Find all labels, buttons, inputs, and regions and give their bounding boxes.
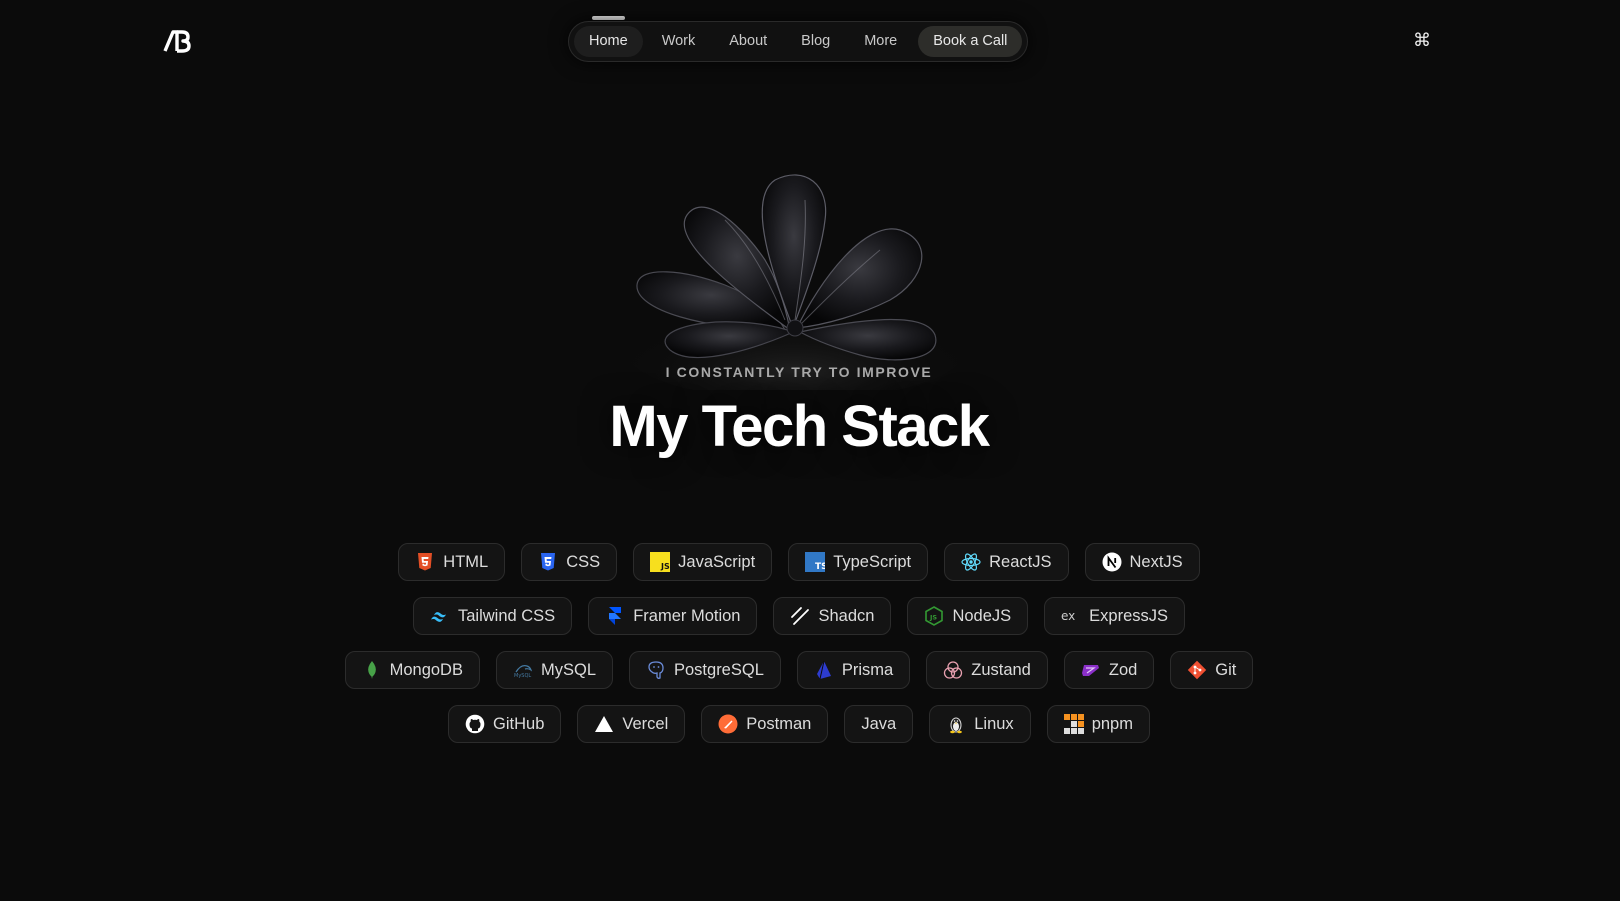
chip-label: MongoDB <box>389 660 463 679</box>
chip-reactjs[interactable]: ReactJS <box>944 543 1069 581</box>
css-icon <box>538 552 558 572</box>
command-icon[interactable]: ⌘ <box>1412 30 1432 50</box>
chip-nextjs[interactable]: NextJS <box>1084 543 1200 581</box>
html-icon <box>415 552 435 572</box>
shadcn-icon <box>790 606 810 626</box>
zod-icon <box>1081 660 1101 680</box>
chip-label: ExpressJS <box>1089 606 1169 625</box>
chip-zustand[interactable]: Zustand <box>926 651 1048 689</box>
chip-postman[interactable]: Postman <box>701 705 829 743</box>
pnpm-icon <box>1063 714 1084 734</box>
chip-html[interactable]: HTML <box>398 543 506 581</box>
chip-label: GitHub <box>493 714 545 733</box>
chip-git[interactable]: Git <box>1170 651 1254 689</box>
chip-nodejs[interactable]: JS NodeJS <box>907 597 1029 635</box>
chip-label: Framer Motion <box>633 606 741 625</box>
chip-label: Prisma <box>841 660 894 679</box>
framer-icon <box>605 606 625 626</box>
svg-text:MySQL: MySQL <box>514 673 531 679</box>
chip-label: Postman <box>746 714 812 733</box>
chip-postgresql[interactable]: PostgreSQL <box>629 651 781 689</box>
prisma-icon <box>814 660 834 680</box>
chip-label: NodeJS <box>952 606 1012 625</box>
vercel-icon <box>594 714 614 734</box>
chip-vercel[interactable]: Vercel <box>577 705 686 743</box>
nav-active-indicator <box>592 16 625 20</box>
chip-label: Linux <box>974 714 1014 733</box>
svg-text:JS: JS <box>929 614 937 622</box>
chip-label: pnpm <box>1091 714 1133 733</box>
chip-label: Shadcn <box>818 606 875 625</box>
nav-item-about[interactable]: About <box>714 26 782 57</box>
chip-pnpm[interactable]: pnpm <box>1046 705 1150 743</box>
mysql-icon: MySQL <box>513 660 533 680</box>
chip-prisma[interactable]: Prisma <box>796 651 911 689</box>
main-nav: Home Work About Blog More Book a Call <box>568 21 1028 62</box>
javascript-icon: JS <box>650 552 671 572</box>
chip-label: TypeScript <box>833 552 912 571</box>
chip-label: MySQL <box>540 660 596 679</box>
page: Home Work About Blog More Book a Call ⌘ <box>0 0 1620 901</box>
chip-linux[interactable]: Linux <box>929 705 1031 743</box>
chip-github[interactable]: GitHub <box>448 705 562 743</box>
nextjs-icon <box>1102 552 1122 572</box>
mongodb-icon <box>362 660 382 680</box>
chip-label: Zustand <box>971 660 1031 679</box>
chip-typescript[interactable]: TS TypeScript <box>788 543 929 581</box>
stack-row-2: Tailwind CSS Framer Motion Shadcn JS Nod… <box>0 597 1598 635</box>
chip-label: Tailwind CSS <box>457 606 556 625</box>
svg-text:TS: TS <box>815 562 825 572</box>
postgresql-icon <box>646 660 666 680</box>
postman-icon <box>718 714 738 734</box>
react-icon <box>961 552 981 572</box>
chip-css[interactable]: CSS <box>521 543 618 581</box>
chip-label: Java <box>861 714 897 733</box>
chip-mongodb[interactable]: MongoDB <box>344 651 480 689</box>
chip-label: PostgreSQL <box>674 660 764 679</box>
tailwind-icon <box>430 606 450 626</box>
zustand-icon <box>943 660 963 680</box>
nodejs-icon: JS <box>924 606 944 626</box>
chip-label: Git <box>1215 660 1237 679</box>
book-a-call-button[interactable]: Book a Call <box>918 26 1023 57</box>
chip-label: NextJS <box>1129 552 1183 571</box>
nav-item-home[interactable]: Home <box>574 26 643 57</box>
chip-javascript[interactable]: JS JavaScript <box>633 543 773 581</box>
stack-row-3: MongoDB MySQL MySQL PostgreSQL Prisma Zu… <box>0 651 1598 689</box>
section-eyebrow: I CONSTANTLY TRY TO IMPROVE <box>665 364 933 380</box>
linux-icon <box>946 714 966 734</box>
typescript-icon: TS <box>805 552 826 572</box>
section-title: My Tech Stack <box>609 394 990 459</box>
stack-row-1: HTML CSS JS JavaScript TS TypeScript Rea… <box>0 543 1598 581</box>
chip-label: ReactJS <box>989 552 1052 571</box>
flower-illustration <box>625 174 965 390</box>
svg-text:JS: JS <box>660 562 670 571</box>
nav-item-more[interactable]: More <box>849 26 912 57</box>
chip-zod[interactable]: Zod <box>1063 651 1155 689</box>
chip-mysql[interactable]: MySQL MySQL <box>495 651 613 689</box>
chip-label: Vercel <box>622 714 669 733</box>
chip-label: CSS <box>566 552 601 571</box>
chip-label: HTML <box>443 552 489 571</box>
chip-label: Zod <box>1108 660 1138 679</box>
chip-java[interactable]: Java <box>844 705 914 743</box>
chip-expressjs[interactable]: ex ExpressJS <box>1044 597 1186 635</box>
github-icon <box>465 714 485 734</box>
chip-label: JavaScript <box>678 552 756 571</box>
chip-framer-motion[interactable]: Framer Motion <box>588 597 758 635</box>
chip-shadcn[interactable]: Shadcn <box>773 597 892 635</box>
chip-tailwind-css[interactable]: Tailwind CSS <box>412 597 573 635</box>
express-icon: ex <box>1061 606 1081 626</box>
svg-text:ex: ex <box>1061 609 1075 623</box>
logo-icon[interactable] <box>163 29 191 53</box>
nav-item-blog[interactable]: Blog <box>786 26 845 57</box>
stack-row-4: GitHub Vercel Postman Java Linux pnpm <box>0 705 1598 743</box>
git-icon <box>1187 660 1207 680</box>
nav-item-work[interactable]: Work <box>647 26 711 57</box>
